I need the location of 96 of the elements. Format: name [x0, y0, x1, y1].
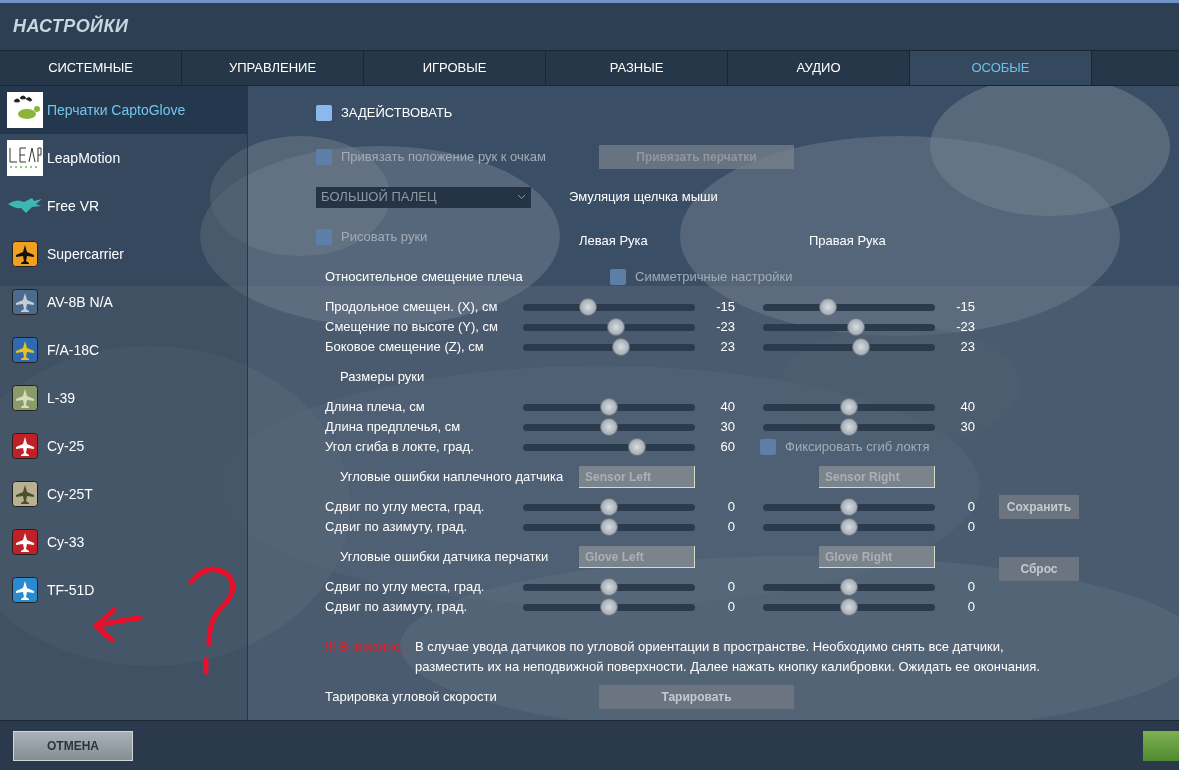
- setting-label: Угол сгиба в локте, град.: [325, 438, 475, 457]
- checkbox-label: Привязать положение рук к очкам: [341, 148, 546, 167]
- setting-label: Смещение по высоте (Y), см: [325, 318, 499, 337]
- aircraft-icon: [12, 337, 38, 363]
- checkbox-label: Рисовать руки: [341, 228, 428, 247]
- warning-label: !!! Внимание.: [325, 638, 405, 656]
- slider[interactable]: [523, 398, 695, 416]
- setting-label: Сдвиг по углу места, град.: [325, 498, 486, 517]
- slider[interactable]: [763, 318, 935, 336]
- column-heading: Правая Рука: [809, 232, 886, 251]
- slider[interactable]: [523, 498, 695, 516]
- setting-label: Продольное смещен. (X), см: [325, 298, 499, 317]
- slider-value: 0: [726, 578, 735, 597]
- slider-value: 23: [959, 338, 975, 357]
- hand-icon: [7, 196, 43, 216]
- slider-value: -15: [955, 298, 975, 317]
- checkbox-label: ЗАДЕЙСТВОВАТЬ: [341, 104, 453, 123]
- section-heading: Относительное смещение плеча: [324, 268, 524, 287]
- aircraft-icon: [12, 529, 38, 555]
- sidebar-item[interactable]: LeapMotion: [0, 134, 247, 182]
- section-heading: Размеры руки: [340, 368, 425, 387]
- slider[interactable]: [763, 498, 935, 516]
- setting-label: Сдвиг по азимуту, град.: [325, 598, 469, 617]
- slider-value: 40: [959, 398, 975, 417]
- setting-label: Сдвиг по азимуту, град.: [325, 518, 469, 537]
- aircraft-icon: [12, 289, 38, 315]
- slider[interactable]: [523, 578, 695, 596]
- aircraft-icon: [12, 577, 38, 603]
- dropdown[interactable]: БОЛЬШОЙ ПАЛЕЦ: [316, 186, 531, 208]
- tab[interactable]: СИСТЕМНЫЕ: [0, 51, 182, 85]
- slider[interactable]: [763, 518, 935, 536]
- tab[interactable]: ОСОБЫЕ: [910, 51, 1092, 85]
- checkbox-label: Фиксировать сгиб локтя: [785, 438, 930, 457]
- slider-value: -23: [955, 318, 975, 337]
- aircraft-icon: [12, 433, 38, 459]
- slider-value: 60: [719, 438, 735, 457]
- aircraft-icon: [12, 385, 38, 411]
- slider[interactable]: [763, 338, 935, 356]
- sidebar-item[interactable]: Free VR: [0, 182, 247, 230]
- setting-label: Эмуляция щелчка мыши: [569, 188, 718, 207]
- slider-value: -15: [715, 298, 735, 317]
- chevron-down-icon: [517, 194, 526, 200]
- sidebar-item[interactable]: Supercarrier: [0, 230, 247, 278]
- slider[interactable]: [523, 518, 695, 536]
- slider[interactable]: [763, 298, 935, 316]
- aircraft-icon: [12, 241, 38, 267]
- window-title: НАСТРОЙКИ: [13, 14, 129, 38]
- slider-value: 0: [726, 518, 735, 537]
- slider-value: 30: [719, 418, 735, 437]
- checkbox-label: Симметричные настройки: [635, 268, 793, 287]
- slider-value: 40: [719, 398, 735, 417]
- cancel-button[interactable]: ОТМЕНА: [13, 730, 133, 761]
- sidebar-item[interactable]: Су-25Т: [0, 470, 247, 518]
- slider[interactable]: [763, 418, 935, 436]
- setting-label: Боковое смещение (Z), см: [325, 338, 485, 357]
- setting-label: Длина плеча, см: [325, 398, 426, 417]
- slider[interactable]: [763, 398, 935, 416]
- slider-value: 0: [966, 578, 975, 597]
- sidebar-item[interactable]: Перчатки CaptoGlove: [0, 86, 247, 134]
- aircraft-icon: [12, 481, 38, 507]
- section-heading: Угловые ошибки наплечного датчика: [339, 468, 565, 487]
- slider[interactable]: [523, 338, 695, 356]
- slider-value: 0: [966, 518, 975, 537]
- tab[interactable]: РАЗНЫЕ: [546, 51, 728, 85]
- slider-value: 0: [726, 598, 735, 617]
- sidebar-item[interactable]: Су-33: [0, 518, 247, 566]
- sidebar-item[interactable]: AV-8B N/A: [0, 278, 247, 326]
- logo-icon: [7, 140, 43, 176]
- slider-value: 0: [966, 498, 975, 517]
- slider-value: 0: [966, 598, 975, 617]
- slider-value: 23: [719, 338, 735, 357]
- setting-label: Тарировка угловой скорости: [325, 688, 498, 707]
- warning-text: В случае увода датчиков по угловой ориентации в пространстве. Необходимо снять все датчики, разместить их на неподвижной поверхности. Далее нажать кнопку калибровки. Ожидать ее окончания.: [415, 638, 1041, 676]
- slider-value: 0: [726, 498, 735, 517]
- slider[interactable]: [523, 418, 695, 436]
- sidebar-item[interactable]: L-39: [0, 374, 247, 422]
- sidebar-item[interactable]: TF-51D: [0, 566, 247, 614]
- slider-value: -23: [715, 318, 735, 337]
- glove-logo-icon: [7, 92, 43, 128]
- action-button[interactable]: [1143, 730, 1179, 761]
- slider[interactable]: [763, 598, 935, 616]
- slider[interactable]: [523, 298, 695, 316]
- slider-value: 30: [959, 418, 975, 437]
- slider[interactable]: [523, 318, 695, 336]
- sidebar-item[interactable]: Су-25: [0, 422, 247, 470]
- section-heading: Угловые ошибки датчика перчатки: [339, 548, 550, 567]
- slider[interactable]: [763, 578, 935, 596]
- slider[interactable]: [523, 438, 695, 456]
- tab[interactable]: ИГРОВЫЕ: [364, 51, 546, 85]
- checkbox[interactable]: [316, 105, 332, 121]
- sidebar-item[interactable]: F/A-18C: [0, 326, 247, 374]
- slider[interactable]: [523, 598, 695, 616]
- tab[interactable]: УПРАВЛЕНИЕ: [182, 51, 364, 85]
- column-heading: Левая Рука: [579, 232, 649, 251]
- setting-label: Длина предплечья, см: [325, 418, 462, 437]
- setting-label: Сдвиг по углу места, град.: [325, 578, 486, 597]
